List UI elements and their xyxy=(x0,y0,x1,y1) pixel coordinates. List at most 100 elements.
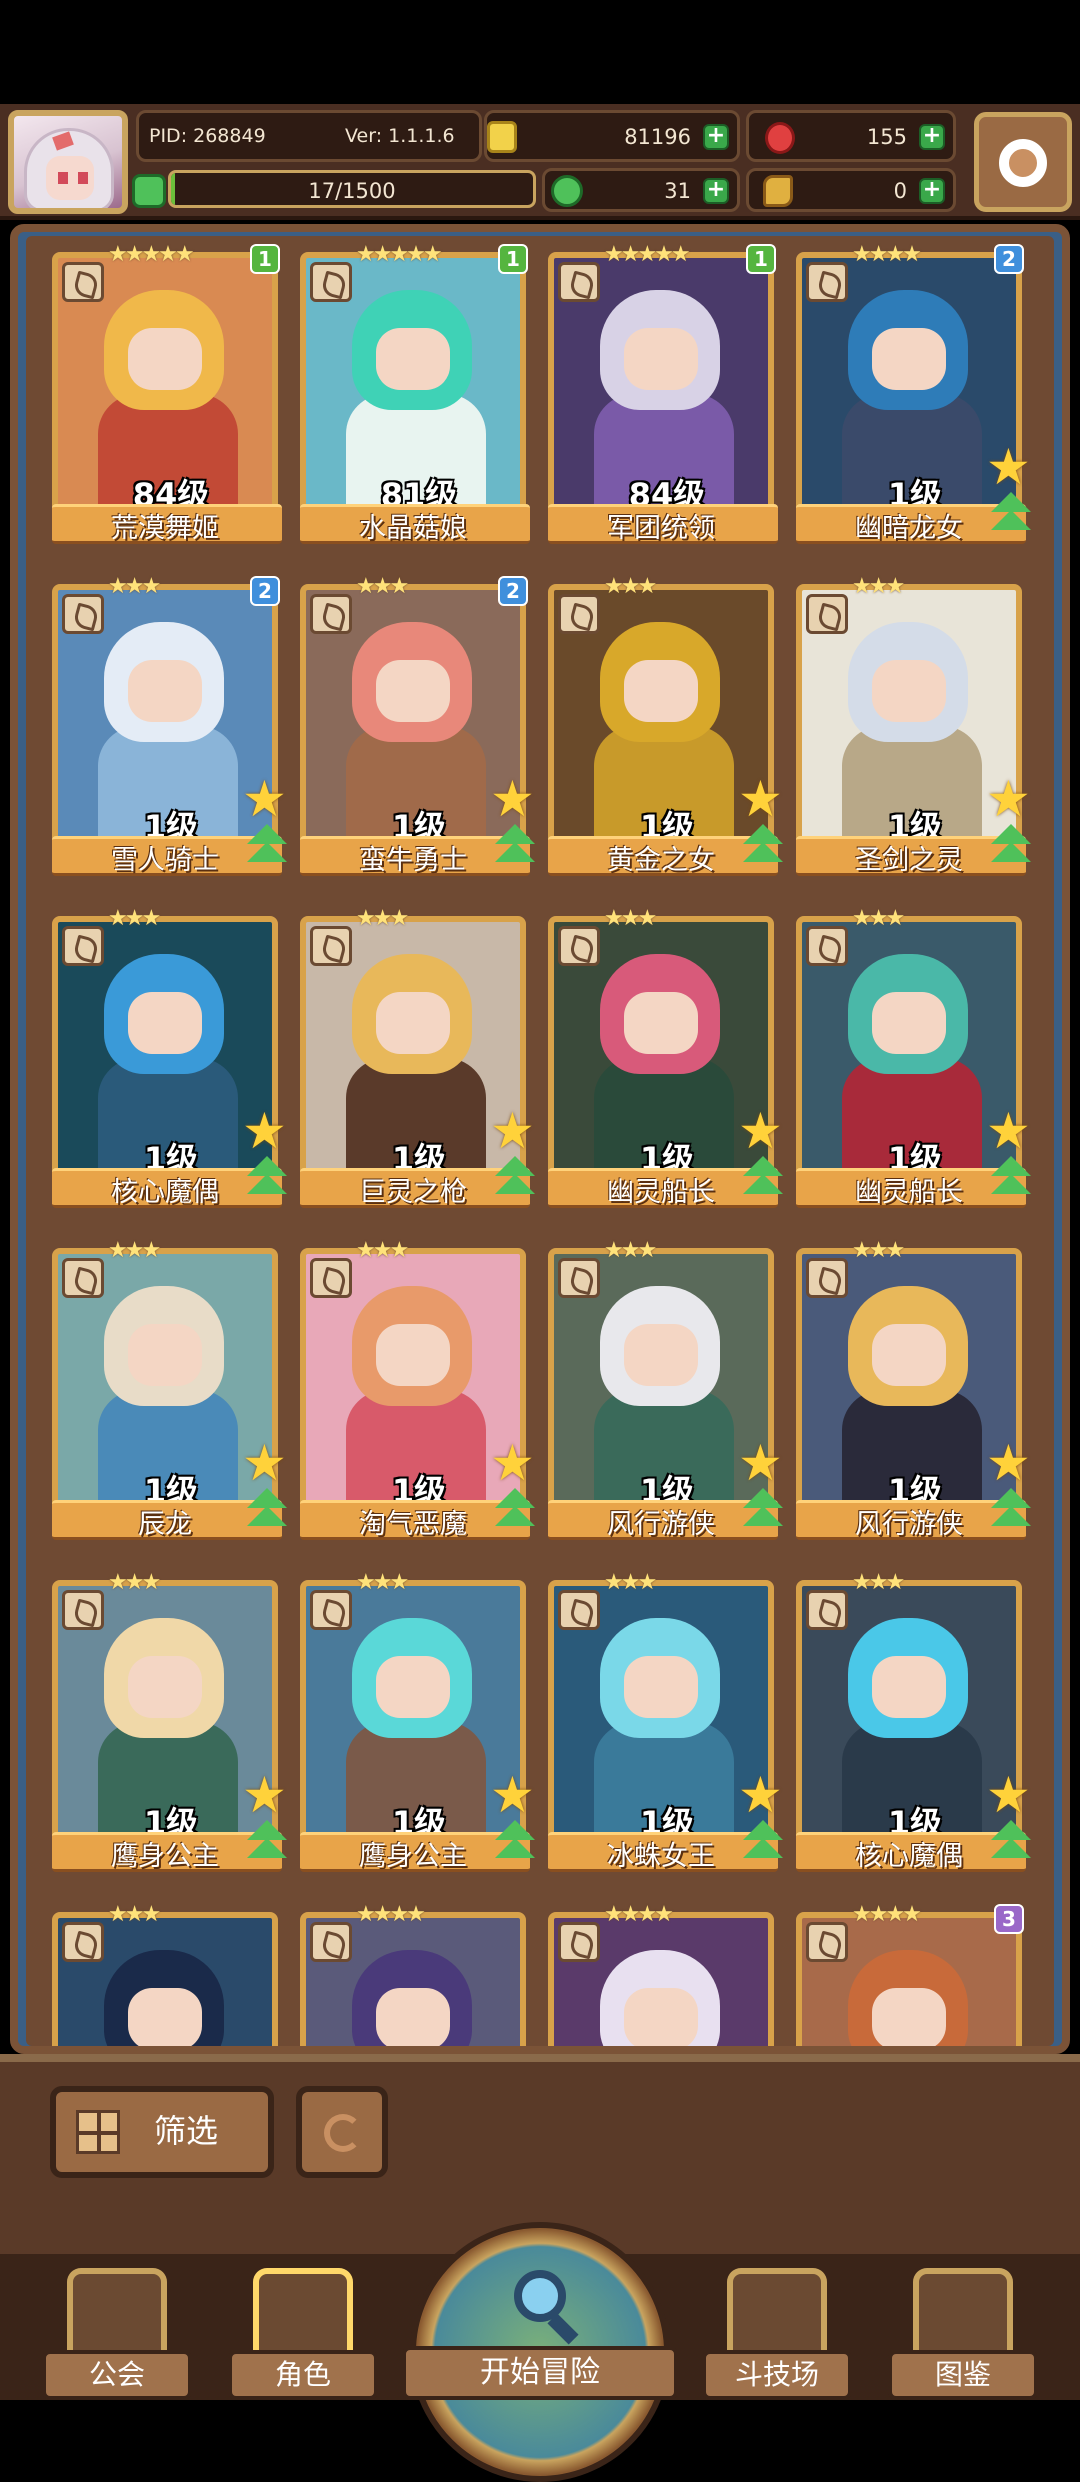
portrait-face xyxy=(376,1988,450,2046)
character-card[interactable]: 81级 ★★★★★ 1 水晶菇娘 xyxy=(300,242,530,544)
character-roster[interactable]: 84级 ★★★★★ 1 荒漠舞姬 81级 ★★★★★ 1 水晶菇娘 84级 ★★★★★ 1 军团统领 1… xyxy=(10,224,1070,2054)
player-avatar[interactable] xyxy=(8,110,128,214)
star-rating: ★★★ xyxy=(356,574,409,599)
version-text: Ver: 1.1.1.6 xyxy=(345,125,455,147)
star-upgrade-icon: ★ xyxy=(986,770,1031,828)
character-card[interactable]: 1级 ★★★ 淘气恶魔 ★ xyxy=(300,1238,535,1540)
add-material-button[interactable]: + xyxy=(919,178,945,204)
avatar-eye-left xyxy=(58,172,68,184)
character-card[interactable]: ★★★★ xyxy=(548,1902,778,2046)
portrait-face xyxy=(624,1988,698,2046)
star-rating: ★★★ xyxy=(108,1238,161,1263)
character-card[interactable]: 1级 ★★★ 2 雪人骑士 ★ xyxy=(52,574,287,876)
character-card[interactable]: 1级 ★★★ 核心魔偶 ★ xyxy=(52,906,287,1208)
weapon-type-icon xyxy=(310,1258,352,1298)
weapon-type-icon xyxy=(806,1922,848,1962)
star-rating: ★★★ xyxy=(604,906,657,931)
settings-button[interactable] xyxy=(974,112,1072,212)
star-rating: ★★★★★ xyxy=(108,242,195,267)
energy-icon xyxy=(132,174,166,208)
weapon-type-icon xyxy=(310,1590,352,1630)
character-card[interactable]: 84级 ★★★★★ 1 荒漠舞姬 xyxy=(52,242,282,544)
character-card[interactable]: 1级 ★★★ 鹰身公主 ★ xyxy=(300,1570,535,1872)
weapon-type-icon xyxy=(62,594,104,634)
level-up-arrow-icon xyxy=(988,824,1034,870)
star-rating: ★★★ xyxy=(852,574,905,599)
tab-guild[interactable]: 公会 xyxy=(42,2254,192,2400)
gem-panel: 155 + xyxy=(746,110,956,162)
add-gold-button[interactable]: + xyxy=(703,124,729,150)
material-icon xyxy=(763,175,793,207)
star-upgrade-icon: ★ xyxy=(490,1766,535,1824)
gear-icon xyxy=(999,139,1047,187)
weapon-type-icon xyxy=(62,1258,104,1298)
character-card[interactable]: 1级 ★★★ 风行游侠 ★ xyxy=(548,1238,783,1540)
character-card[interactable]: 1级 ★★★ 黄金之女 ★ xyxy=(548,574,783,876)
character-card[interactable]: ★★★ xyxy=(52,1902,282,2046)
gold-amount: 81196 xyxy=(624,125,691,149)
star-rating: ★★★★ xyxy=(852,242,922,267)
star-rating: ★★★ xyxy=(852,1238,905,1263)
star-upgrade-icon: ★ xyxy=(242,1766,287,1824)
portrait-face xyxy=(128,660,202,722)
level-up-arrow-icon xyxy=(492,1156,538,1202)
portrait-face xyxy=(624,328,698,390)
star-rating: ★★★★★ xyxy=(356,242,443,267)
character-card[interactable]: 1级 ★★★ 鹰身公主 ★ xyxy=(52,1570,287,1872)
character-card[interactable]: 1级 ★★★ 风行游侠 ★ xyxy=(796,1238,1031,1540)
tab-arena[interactable]: 斗技场 xyxy=(702,2254,852,2400)
character-card[interactable]: 1级 ★★★ 幽灵船长 ★ xyxy=(548,906,783,1208)
clover-icon xyxy=(551,175,583,207)
character-card[interactable]: 1级 ★★★ 巨灵之枪 ★ xyxy=(300,906,535,1208)
character-card[interactable]: ★★★★ xyxy=(300,1902,530,2046)
material-amount: 0 xyxy=(893,179,907,203)
character-card[interactable]: 1级 ★★★ 辰龙 ★ xyxy=(52,1238,287,1540)
level-up-arrow-icon xyxy=(244,1156,290,1202)
adventure-label: 开始冒险 xyxy=(402,2346,678,2400)
weapon-type-icon xyxy=(62,1922,104,1962)
portrait-face xyxy=(376,328,450,390)
character-card[interactable]: 1级 ★★★ 2 蛮牛勇士 ★ xyxy=(300,574,535,876)
weapon-type-icon xyxy=(558,262,600,302)
avatar-eye-right xyxy=(78,172,88,184)
level-up-arrow-icon xyxy=(988,1488,1034,1534)
star-upgrade-icon: ★ xyxy=(490,770,535,828)
star-upgrade-icon: ★ xyxy=(986,1434,1031,1492)
start-adventure-button[interactable]: 开始冒险 xyxy=(402,2222,678,2482)
character-card[interactable]: ★★★★ 3 xyxy=(796,1902,1026,2046)
tab-arena-label: 斗技场 xyxy=(702,2350,852,2400)
character-card[interactable]: 84级 ★★★★★ 1 军团统领 xyxy=(548,242,778,544)
refresh-icon xyxy=(324,2114,362,2152)
refresh-button[interactable] xyxy=(296,2086,388,2178)
gold-panel: 81196 + xyxy=(484,110,740,162)
add-clover-button[interactable]: + xyxy=(703,178,729,204)
tab-codex[interactable]: 图鉴 xyxy=(888,2254,1038,2400)
xp-text: 17/1500 xyxy=(308,179,396,203)
level-up-arrow-icon xyxy=(740,824,786,870)
portrait-face xyxy=(624,660,698,722)
character-card[interactable]: 1级 ★★★ 圣剑之灵 ★ xyxy=(796,574,1031,876)
portrait-face xyxy=(872,660,946,722)
character-card[interactable]: 1级 ★★★ 核心魔偶 ★ xyxy=(796,1570,1031,1872)
pid-panel: PID: 268849 Ver: 1.1.1.6 xyxy=(136,110,482,162)
gem-icon xyxy=(765,122,795,154)
star-upgrade-icon: ★ xyxy=(986,1766,1031,1824)
star-rating: ★★★★ xyxy=(852,1902,922,1927)
weapon-type-icon xyxy=(310,594,352,634)
character-card[interactable]: 1级 ★★★ 冰蛛女王 ★ xyxy=(548,1570,783,1872)
character-card[interactable]: 1级 ★★★★ 2 幽暗龙女 ★ xyxy=(796,242,1031,544)
level-up-arrow-icon xyxy=(740,1820,786,1866)
character-card[interactable]: 1级 ★★★ 幽灵船长 ★ xyxy=(796,906,1031,1208)
filter-button[interactable]: 筛选 xyxy=(50,2086,274,2178)
star-rating: ★★★★ xyxy=(604,1902,674,1927)
status-bar xyxy=(0,0,1080,104)
level-up-arrow-icon xyxy=(740,1156,786,1202)
add-gem-button[interactable]: + xyxy=(919,124,945,150)
portrait-face xyxy=(128,1656,202,1718)
portrait-face xyxy=(872,1988,946,2046)
star-rating: ★★★ xyxy=(356,1238,409,1263)
tab-character[interactable]: 角色 xyxy=(228,2254,378,2400)
level-up-arrow-icon xyxy=(492,824,538,870)
portrait-face xyxy=(376,1324,450,1386)
weapon-type-icon xyxy=(806,1258,848,1298)
